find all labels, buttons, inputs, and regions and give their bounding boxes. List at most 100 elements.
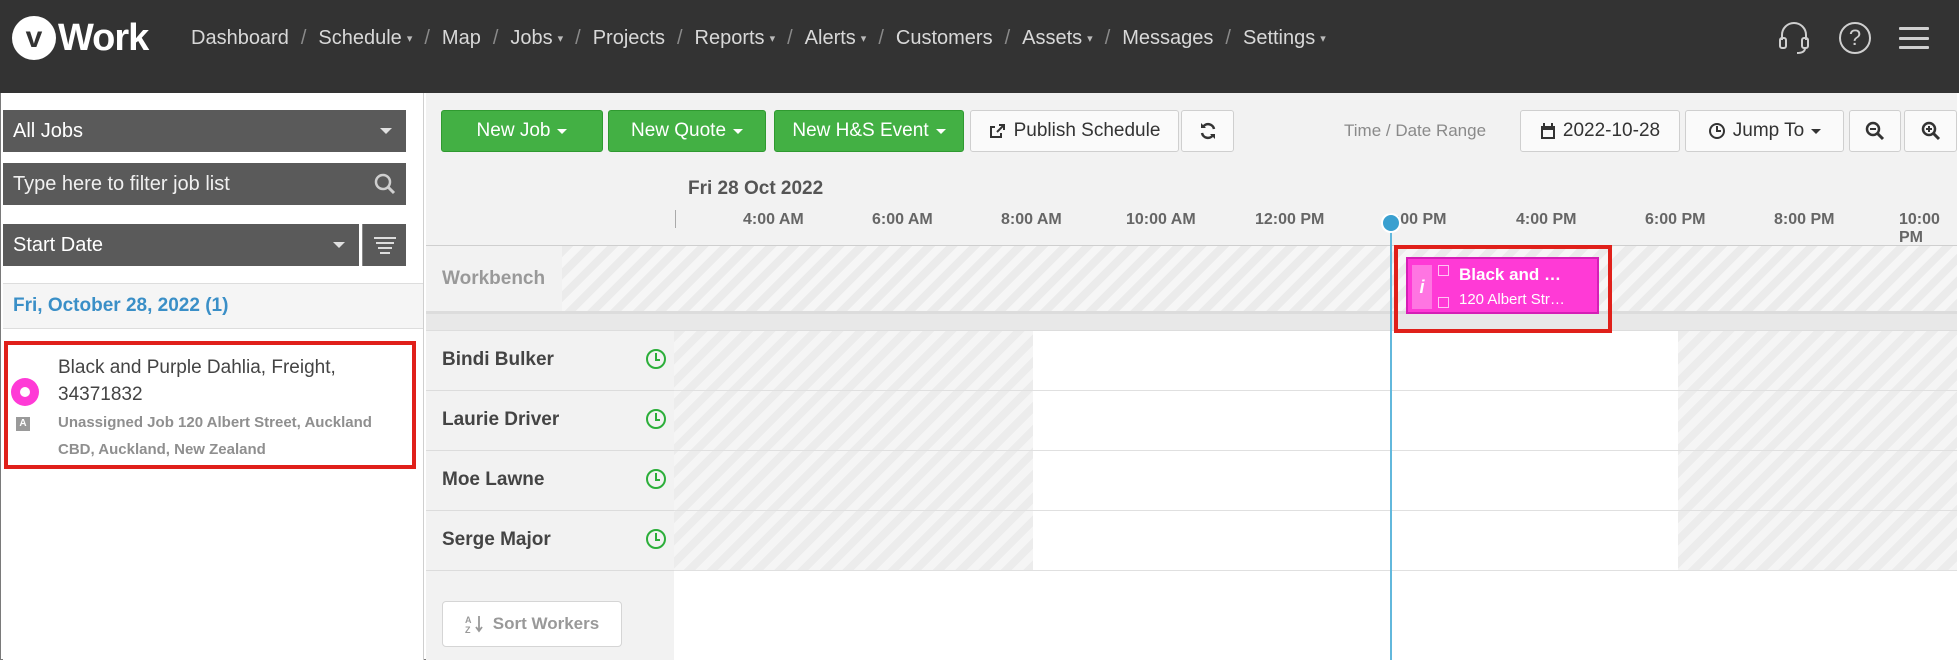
job-status-icon — [11, 378, 39, 406]
chevron-down-icon — [333, 242, 345, 248]
row-line — [674, 510, 1957, 511]
job-detail: Unassigned Job 120 Albert Street, Auckla… — [58, 414, 372, 458]
job-card-address: 120 Albert Str… — [1459, 291, 1565, 308]
nav-reports-label: Reports — [694, 27, 765, 49]
sort-workers-label: Sort Workers — [492, 614, 600, 633]
nav-separator: / — [676, 27, 683, 49]
nav-messages[interactable]: Messages — [1122, 27, 1213, 50]
nav-separator: / — [1104, 27, 1111, 49]
logo-text: Work — [58, 16, 149, 59]
tick-12pm: 12:00 PM — [1255, 211, 1325, 228]
new-job-button[interactable]: New Job — [441, 110, 603, 152]
sort-workers-button[interactable]: A Z Sort Workers — [442, 601, 622, 647]
tick-8am: 8:00 AM — [1001, 211, 1062, 228]
schedule-panel: New Job New Quote New H&S Event Publish … — [426, 93, 1957, 660]
nav-alerts-label: Alerts — [804, 27, 856, 49]
tick-6am: 6:00 AM — [872, 211, 933, 228]
calendar-icon — [1540, 122, 1555, 139]
job-flag-icon — [1438, 265, 1449, 276]
current-time-marker-icon[interactable] — [1381, 213, 1401, 233]
row-divider — [426, 311, 1957, 331]
nav-separator: / — [787, 27, 793, 49]
workbench-job-card[interactable]: i Black and … 120 Albert Str… — [1406, 257, 1599, 314]
info-icon[interactable]: i — [1412, 265, 1432, 309]
nav-map[interactable]: Map — [442, 27, 481, 50]
nav-dashboard[interactable]: Dashboard — [191, 27, 289, 50]
nav-assets-label: Assets — [1022, 27, 1083, 49]
sort-select[interactable]: Start Date — [3, 224, 359, 266]
chevron-down-icon: ▾ — [557, 33, 564, 46]
svg-text:A: A — [465, 615, 472, 625]
chevron-down-icon: ▾ — [1320, 33, 1326, 46]
tick-8pm: 8:00 PM — [1774, 211, 1835, 228]
headset-icon[interactable] — [1777, 20, 1811, 56]
date-range-label: Time / Date Range — [1344, 121, 1487, 140]
timeline-date: Fri 28 Oct 2022 — [688, 178, 824, 199]
nav-separator: / — [300, 27, 307, 49]
clock-icon[interactable] — [646, 409, 666, 429]
job-list-panel: All Jobs Type here to filter job list St… — [3, 93, 424, 660]
date-value: 2022-10-28 — [1562, 120, 1661, 141]
worker-name: Laurie Driver — [442, 409, 560, 430]
chevron-down-icon: ▾ — [769, 33, 776, 46]
nav-alerts[interactable]: Alerts ▾ — [805, 27, 867, 50]
schedule-grid[interactable] — [674, 331, 1957, 571]
worker-row-bindi-bulker[interactable]: Bindi Bulker — [426, 331, 674, 391]
nav-settings[interactable]: Settings ▾ — [1243, 27, 1326, 50]
svg-text:Z: Z — [465, 625, 471, 634]
nav-separator: / — [1004, 27, 1011, 49]
sort-order-button[interactable] — [362, 224, 406, 266]
worker-name: Serge Major — [442, 529, 551, 550]
workbench-label: Workbench — [426, 246, 562, 311]
sort-alpha-icon: A Z — [465, 615, 483, 634]
zoom-out-button[interactable] — [1849, 110, 1901, 152]
nav-projects[interactable]: Projects — [593, 27, 665, 50]
jump-to-label: Jump To — [1732, 120, 1805, 141]
new-hs-event-button[interactable]: New H&S Event — [774, 110, 964, 152]
job-list-item[interactable]: A Black and Purple Dahlia, Freight, 3437… — [4, 341, 416, 469]
nav-assets[interactable]: Assets ▾ — [1022, 27, 1093, 50]
nav-separator: / — [1225, 27, 1231, 49]
worker-row-laurie-driver[interactable]: Laurie Driver — [426, 391, 674, 451]
clock-icon[interactable] — [646, 529, 666, 549]
new-quote-button[interactable]: New Quote — [608, 110, 766, 152]
new-job-label: New Job — [476, 120, 551, 141]
sort-value: Start Date — [13, 233, 104, 256]
nav-reports[interactable]: Reports ▾ — [695, 27, 776, 50]
worker-name: Bindi Bulker — [442, 349, 554, 370]
job-filter-select[interactable]: All Jobs — [3, 110, 406, 152]
new-hs-event-label: New H&S Event — [792, 120, 929, 141]
nav-settings-label: Settings — [1242, 27, 1316, 49]
off-hours-region — [1678, 331, 1957, 571]
chevron-down-icon — [557, 128, 568, 134]
tick-10am: 10:00 AM — [1126, 211, 1196, 228]
nav-jobs[interactable]: Jobs ▾ — [510, 27, 563, 50]
vwork-logo[interactable]: v Work — [12, 16, 149, 60]
worker-row-serge-major[interactable]: Serge Major — [426, 511, 674, 571]
clock-icon[interactable] — [646, 349, 666, 369]
zoom-in-button[interactable] — [1904, 110, 1957, 152]
workbench-row[interactable]: Workbench — [426, 246, 1957, 311]
new-quote-label: New Quote — [630, 120, 727, 141]
date-group-header[interactable]: Fri, October 28, 2022 (1) — [3, 283, 423, 329]
chevron-down-icon: ▾ — [1087, 33, 1093, 46]
nav-jobs-label: Jobs — [510, 27, 553, 49]
worker-row-moe-lawne[interactable]: Moe Lawne — [426, 451, 674, 511]
jump-to-button[interactable]: Jump To — [1685, 110, 1844, 152]
publish-schedule-label: Publish Schedule — [1013, 120, 1161, 141]
date-picker-button[interactable]: 2022-10-28 — [1520, 110, 1680, 152]
top-navbar: v Work Dashboard / Schedule ▾ / Map / Job… — [0, 0, 1959, 93]
menu-icon[interactable] — [1899, 27, 1929, 49]
nav-right-icons: ? — [1777, 20, 1929, 56]
job-type-badge: A — [16, 417, 30, 431]
nav-schedule[interactable]: Schedule ▾ — [318, 27, 412, 50]
job-search-input[interactable]: Type here to filter job list — [3, 163, 406, 205]
refresh-button[interactable] — [1181, 110, 1234, 152]
job-card-title: Black and … — [1459, 265, 1562, 284]
worker-names-column: Bindi Bulker Laurie Driver Moe Lawne Ser… — [426, 331, 675, 660]
help-icon[interactable]: ? — [1839, 22, 1871, 54]
nav-separator: / — [878, 27, 884, 49]
publish-schedule-button[interactable]: Publish Schedule — [970, 110, 1179, 152]
clock-icon[interactable] — [646, 469, 666, 489]
nav-customers[interactable]: Customers — [896, 27, 993, 50]
